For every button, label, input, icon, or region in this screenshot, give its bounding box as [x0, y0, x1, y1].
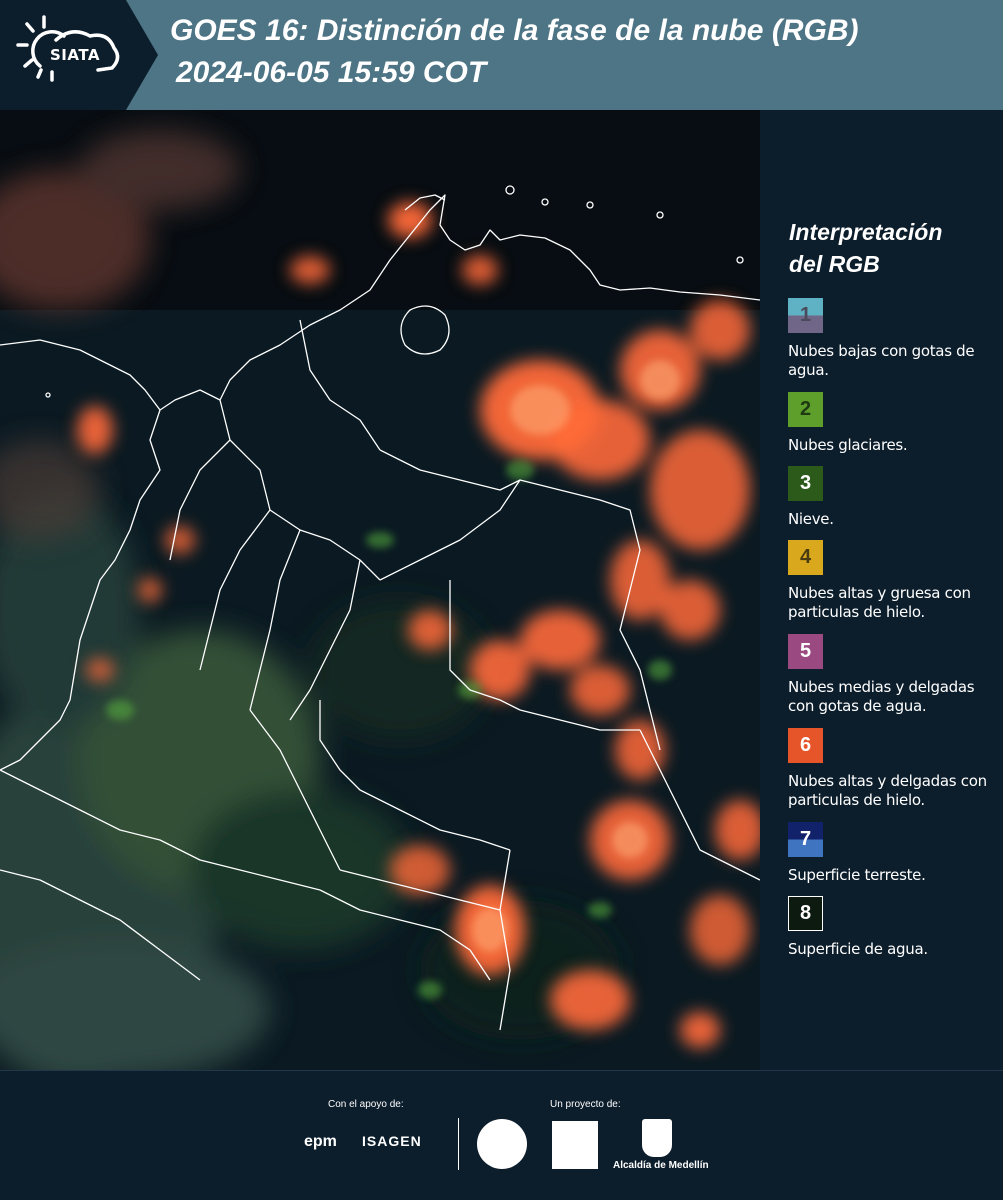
project-label: Un proyecto de: [550, 1099, 621, 1110]
medellin-crest-icon [642, 1119, 672, 1157]
legend-title-line1: Interpretación [789, 219, 943, 245]
legend-swatch-number: 7 [799, 828, 812, 850]
legend-item-6: 6 Nubes altas y delgadas con particulas d… [788, 728, 998, 810]
support-label: Con el apoyo de: [328, 1099, 404, 1110]
legend-swatch-number: 8 [799, 902, 812, 924]
legend-label: Nubes glaciares. [788, 436, 908, 454]
legend-swatch-number: 2 [799, 398, 812, 420]
legend-swatch: 6 [788, 728, 823, 763]
legend-panel: Interpretación del RGB 1 Nubes bajas con … [760, 110, 1003, 1070]
legend-swatch-number: 5 [799, 640, 812, 662]
legend-label: Superficie terreste. [788, 866, 926, 884]
legend-swatch: 8 [788, 896, 823, 931]
header: SIATA GOES 16: Distinción de la fase de … [0, 0, 1003, 110]
isagen-logo: ISAGEN [362, 1133, 422, 1149]
legend-item-3: 3 Nieve. [788, 466, 998, 529]
seal-logo [477, 1119, 527, 1169]
satellite-map [0, 110, 760, 1070]
epm-logo: epm [304, 1133, 337, 1150]
legend-item-1: 1 Nubes bajas con gotas de agua. [788, 298, 998, 380]
legend-item-2: 2 Nubes glaciares. [788, 392, 998, 455]
legend-item-8: 8 Superficie de agua. [788, 896, 998, 959]
legend-item-7: 7 Superficie terreste. [788, 822, 998, 885]
legend-swatch: 3 [788, 466, 823, 501]
legend-item-5: 5 Nubes medias y delgadas con gotas de ag… [788, 634, 998, 716]
footer: Con el apoyo de: epm ISAGEN Un proyecto … [0, 1070, 1003, 1200]
logo-text: SIATA [50, 46, 101, 64]
area-metropolitana-logo [552, 1121, 598, 1169]
legend-swatch: 4 [788, 540, 823, 575]
legend-label: Nubes altas y gruesa con particulas de h… [788, 584, 971, 621]
legend-swatch-number: 1 [799, 304, 812, 326]
legend-swatch-number: 6 [799, 734, 812, 756]
legend-swatch: 1 [788, 298, 823, 333]
footer-divider [458, 1118, 459, 1170]
legend-label: Nubes altas y delgadas con particulas de… [788, 772, 987, 809]
legend-label: Nubes bajas con gotas de agua. [788, 342, 975, 379]
legend-swatch: 7 [788, 822, 823, 857]
legend-title-line2: del RGB [789, 251, 880, 277]
legend-swatch-number: 4 [799, 546, 812, 568]
legend-item-4: 4 Nubes altas y gruesa con particulas de … [788, 540, 998, 622]
legend-label: Nubes medias y delgadas con gotas de agu… [788, 678, 975, 715]
datetime-label: 2024-06-05 15:59 COT [176, 56, 487, 89]
medellin-logo-text: Alcaldía de Medellín [613, 1160, 709, 1171]
siata-logo: SIATA [0, 0, 158, 110]
legend-swatch: 5 [788, 634, 823, 669]
legend-label: Nieve. [788, 510, 834, 528]
page-title: GOES 16: Distinción de la fase de la nub… [170, 14, 859, 47]
legend-swatch: 2 [788, 392, 823, 427]
legend-title: Interpretación del RGB [789, 216, 989, 280]
legend-swatch-number: 3 [799, 472, 812, 494]
legend-label: Superficie de agua. [788, 940, 928, 958]
